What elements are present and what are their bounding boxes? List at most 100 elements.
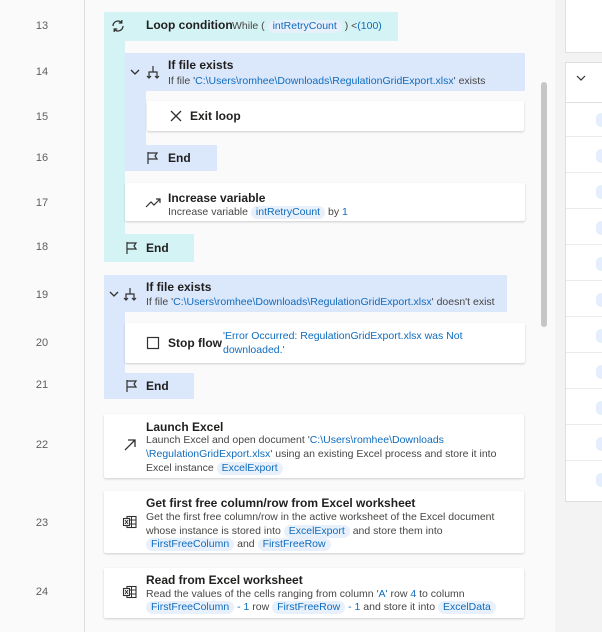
variable-pill: FirstFreeRow	[257, 538, 331, 551]
line-number: 19	[35, 289, 49, 301]
end-label: End	[146, 379, 169, 393]
step-description-line1: Get the first free column/row in the act…	[146, 511, 495, 523]
stop-message-line2: downloaded.'	[223, 344, 285, 356]
step-title: Exit loop	[190, 109, 241, 123]
line-number: 23	[35, 517, 49, 529]
loop-condition-block[interactable]: Loop condition While ( intRetryCount ) <…	[104, 12, 398, 41]
right-panel-top-card	[565, 0, 602, 53]
excel-icon	[122, 514, 138, 530]
loop-title: Loop condition	[146, 18, 233, 32]
loop-params: While ( intRetryCount ) <(100)	[232, 20, 382, 33]
step-title: Read from Excel worksheet	[146, 573, 303, 587]
increase-variable-step[interactable]: Increase variable Increase variable intR…	[125, 183, 525, 221]
flag-icon	[145, 150, 161, 166]
if-title: If file exists	[146, 280, 212, 294]
right-panel-item-pill[interactable]	[596, 329, 602, 343]
if-title: If file exists	[168, 58, 234, 72]
chevron-down-icon[interactable]	[106, 286, 122, 302]
line-number-gutter: 13 14 15 16 17 18 19 20 21 22 23 24	[0, 0, 85, 632]
right-panel-row-divider	[566, 136, 602, 137]
loop-block-rail	[104, 41, 125, 234]
read-excel-step[interactable]: Read from Excel worksheet Read the value…	[104, 568, 524, 618]
variable-pill: intRetryCount	[267, 20, 342, 33]
right-panel-item-pill[interactable]	[596, 113, 602, 127]
line-number: 22	[35, 439, 49, 451]
right-panel-row-divider	[566, 280, 602, 281]
line-number: 17	[35, 197, 49, 209]
step-description-line2: \RegulationGridExport.xlsx' using an exi…	[146, 448, 497, 460]
right-panel-row-divider	[566, 244, 602, 245]
if-file-exists-block[interactable]: If file exists If file 'C:\Users\romhee\…	[125, 53, 525, 91]
right-panel-list	[565, 62, 602, 502]
step-description-line2: FirstFreeColumn - 1 row FirstFreeRow - 1…	[146, 600, 496, 614]
line-number: 18	[35, 241, 49, 253]
right-panel-row-divider	[566, 424, 602, 425]
line-number: 20	[35, 337, 49, 349]
variable-pill: FirstFreeRow	[272, 601, 346, 614]
right-panel-row-divider	[566, 172, 602, 173]
line-number: 16	[35, 152, 49, 164]
if-file-not-exists-block[interactable]: If file exists If file 'C:\Users\romhee\…	[104, 275, 507, 312]
right-panel-item-pill[interactable]	[596, 221, 602, 235]
vertical-scrollbar[interactable]	[541, 82, 547, 327]
stop-icon	[145, 335, 161, 351]
variable-pill: ExcelExport	[216, 462, 283, 475]
condition-icon	[122, 286, 138, 302]
if-description: If file 'C:\Users\romhee\Downloads\Regul…	[146, 296, 495, 308]
arrow-up-right-icon	[122, 437, 138, 453]
step-description-line3: FirstFreeColumn and FirstFreeRow	[146, 537, 331, 551]
right-panel-row-divider	[566, 460, 602, 461]
step-title: Launch Excel	[146, 420, 224, 434]
end-loop-block[interactable]: End	[104, 234, 194, 262]
end-if-block[interactable]: End	[104, 373, 194, 399]
step-title: Stop flow	[168, 336, 222, 350]
right-panel-item-pill[interactable]	[596, 365, 602, 379]
right-panel-row-divider	[566, 208, 602, 209]
right-panel-row-divider	[566, 316, 602, 317]
right-panel-item-pill[interactable]	[596, 149, 602, 163]
step-description: Increase variable intRetryCount by 1	[168, 206, 348, 219]
stop-message-line1: 'Error Occurred: RegulationGridExport.xl…	[223, 330, 463, 342]
right-panel-item-pill[interactable]	[596, 257, 602, 271]
right-panel-item-pill[interactable]	[596, 401, 602, 415]
right-panel-item-pill[interactable]	[596, 185, 602, 199]
flag-icon	[124, 378, 140, 394]
right-panel-item-pill[interactable]	[596, 293, 602, 307]
line-number: 24	[35, 586, 49, 598]
end-if-block[interactable]: End	[125, 145, 217, 171]
variable-pill: ExcelData	[437, 601, 496, 614]
step-description-line2: whose instance is stored into ExcelExpor…	[146, 525, 443, 538]
trending-up-icon	[145, 195, 161, 211]
step-description-line1: Launch Excel and open document 'C:\Users…	[146, 434, 444, 446]
chevron-down-icon[interactable]	[576, 73, 586, 83]
end-label: End	[146, 241, 169, 255]
right-panel-row-divider	[566, 388, 602, 389]
line-number: 14	[35, 66, 49, 78]
variable-pill: intRetryCount	[250, 206, 326, 219]
right-panel-item-pill[interactable]	[596, 473, 602, 487]
launch-excel-step[interactable]: Launch Excel Launch Excel and open docum…	[104, 414, 524, 478]
if-block-rail	[104, 312, 125, 373]
variable-pill: FirstFreeColumn	[146, 601, 235, 614]
line-number: 15	[35, 111, 49, 123]
get-first-free-step[interactable]: Get first free column/row from Excel wor…	[104, 491, 524, 553]
if-block-rail	[125, 91, 146, 145]
step-title: Increase variable	[168, 191, 266, 205]
if-description: If file 'C:\Users\romhee\Downloads\Regul…	[168, 75, 486, 87]
right-panel-item-pill[interactable]	[596, 437, 602, 451]
line-number: 13	[35, 20, 49, 32]
line-number: 21	[35, 379, 49, 391]
right-panel-row-divider	[566, 352, 602, 353]
exit-loop-step[interactable]: Exit loop	[147, 101, 524, 131]
flag-icon	[124, 240, 140, 256]
chevron-down-icon[interactable]	[127, 64, 143, 80]
loop-icon	[110, 18, 126, 34]
variable-pill: FirstFreeColumn	[146, 538, 235, 551]
step-title: Get first free column/row from Excel wor…	[146, 496, 416, 510]
step-description-line3: Excel instance ExcelExport	[146, 461, 283, 475]
step-description-line1: Read the values of the cells ranging fro…	[146, 588, 465, 600]
excel-icon	[122, 584, 138, 600]
close-icon	[168, 108, 184, 124]
stop-flow-step[interactable]: Stop flow 'Error Occurred: RegulationGri…	[125, 323, 525, 363]
condition-icon	[145, 64, 161, 80]
